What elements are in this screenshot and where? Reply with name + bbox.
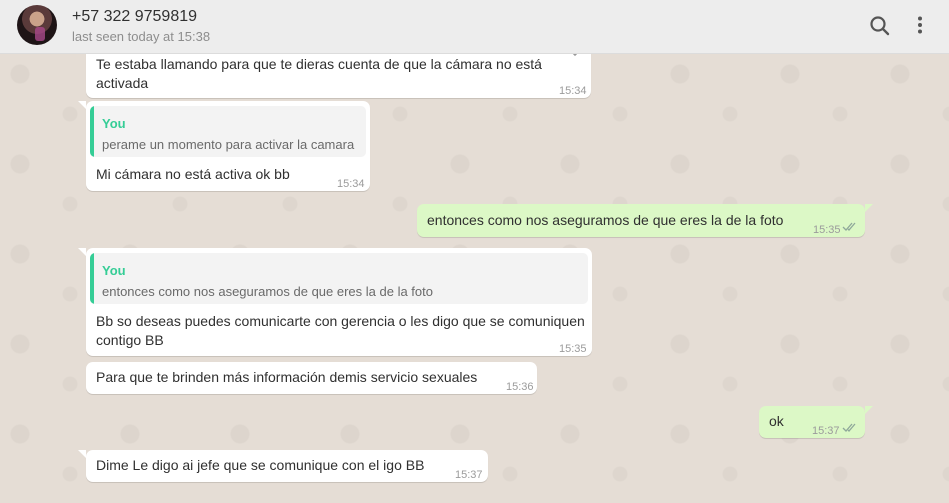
- chevron-down-icon[interactable]: [567, 54, 583, 60]
- message-text: Te estaba llamando para que te dieras cu…: [96, 56, 542, 91]
- message-text: Mi cámara no está activa ok bb: [96, 166, 290, 182]
- message-outgoing[interactable]: entonces como nos aseguramos de que eres…: [417, 204, 873, 237]
- more-vertical-icon: [918, 16, 922, 34]
- message-text: ok: [769, 413, 784, 429]
- message-time: 15:37: [455, 469, 483, 481]
- quote-author: You: [102, 116, 126, 131]
- message-incoming[interactable]: Dime Le digo ai jefe que se comunique co…: [78, 450, 488, 482]
- message-incoming[interactable]: Te estaba llamando para que te dieras cu…: [86, 54, 591, 98]
- quote-accent-bar: [90, 106, 94, 157]
- message-outgoing[interactable]: ok 15:37: [759, 406, 873, 438]
- read-ticks-icon: [842, 423, 856, 432]
- message-time: 15:34: [337, 178, 365, 190]
- quote-author: You: [102, 263, 126, 278]
- quoted-message[interactable]: You entonces como nos aseguramos de que …: [90, 253, 588, 304]
- quote-accent-bar: [90, 253, 94, 304]
- quoted-message[interactable]: You perame un momento para activar la ca…: [90, 106, 366, 157]
- message-text: Dime Le digo ai jefe que se comunique co…: [96, 457, 425, 473]
- message-list[interactable]: Te estaba llamando para que te dieras cu…: [0, 54, 949, 503]
- message-time: 15:36: [506, 381, 534, 393]
- contact-name[interactable]: +57 322 9759819: [72, 8, 197, 26]
- message-incoming[interactable]: Para que te brinden más información demi…: [86, 362, 537, 394]
- contact-last-seen: last seen today at 15:38: [72, 29, 211, 44]
- quote-text: entonces como nos aseguramos de que eres…: [102, 284, 433, 299]
- message-text: Para que te brinden más información demi…: [96, 369, 478, 385]
- message-time: 15:34: [559, 85, 587, 97]
- message-incoming[interactable]: You perame un momento para activar la ca…: [78, 101, 370, 191]
- search-button[interactable]: [866, 12, 894, 40]
- message-incoming[interactable]: You entonces como nos aseguramos de que …: [78, 248, 592, 356]
- message-time: 15:35: [813, 224, 841, 236]
- message-text: entonces como nos aseguramos de que eres…: [427, 212, 784, 228]
- contact-avatar[interactable]: [17, 5, 57, 45]
- search-icon: [870, 16, 890, 36]
- quote-text: perame un momento para activar la camara: [102, 137, 355, 152]
- message-text: Bb so deseas puedes comunicarte con gere…: [96, 313, 585, 348]
- chat-header: +57 322 9759819 last seen today at 15:38: [0, 0, 949, 54]
- message-time: 15:35: [559, 343, 587, 355]
- read-ticks-icon: [842, 222, 856, 231]
- message-time: 15:37: [812, 425, 840, 437]
- menu-button[interactable]: [906, 12, 934, 40]
